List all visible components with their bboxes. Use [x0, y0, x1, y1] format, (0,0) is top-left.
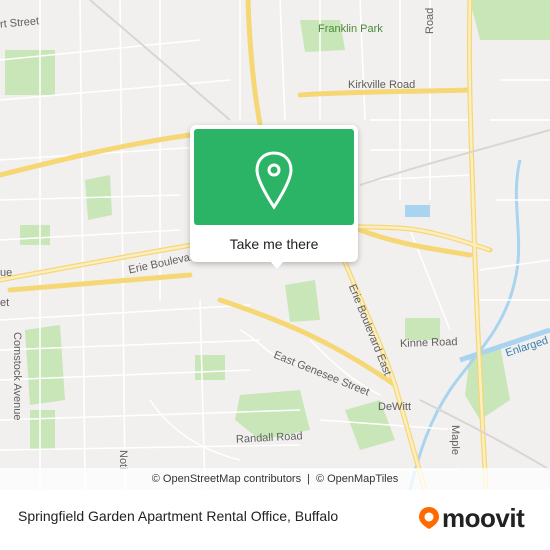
location-popup: Take me there: [190, 125, 358, 262]
take-me-there-button[interactable]: Take me there: [190, 225, 358, 262]
map-label-comstock-avenue: Comstock Avenue: [11, 332, 23, 421]
map-label-dewitt: DeWitt: [378, 401, 411, 413]
osm-attribution-link[interactable]: © OpenStreetMap contributors: [152, 473, 301, 485]
map-widget: rt Street Franklin Park Kirkville Road R…: [0, 0, 550, 550]
openmaptiles-attribution-link[interactable]: © OpenMapTiles: [316, 473, 398, 485]
popup-header: [194, 129, 354, 225]
map-label-kirkville-road: Kirkville Road: [348, 79, 416, 91]
map-label-road-top-right: Road: [424, 7, 436, 34]
attribution-separator: |: [307, 473, 310, 485]
map-label-ue: ue: [0, 267, 13, 279]
moovit-pin-icon: [419, 507, 439, 529]
map-view[interactable]: rt Street Franklin Park Kirkville Road R…: [0, 0, 550, 490]
map-label-maple: Maple: [449, 425, 461, 455]
page-title: Springfield Garden Apartment Rental Offi…: [18, 508, 339, 524]
map-attribution: © OpenStreetMap contributors | © OpenMap…: [0, 468, 550, 490]
location-pin-icon: [255, 151, 293, 210]
map-label-kinne-road: Kinne Road: [399, 336, 458, 350]
popup-pointer: [270, 261, 284, 269]
map-label-franklin-park: Franklin Park: [318, 23, 383, 35]
moovit-logo[interactable]: moovit: [418, 503, 525, 533]
moovit-wordmark: moovit: [442, 503, 525, 533]
map-label-noti: Noti: [117, 450, 129, 470]
map-label-et: et: [0, 297, 10, 309]
